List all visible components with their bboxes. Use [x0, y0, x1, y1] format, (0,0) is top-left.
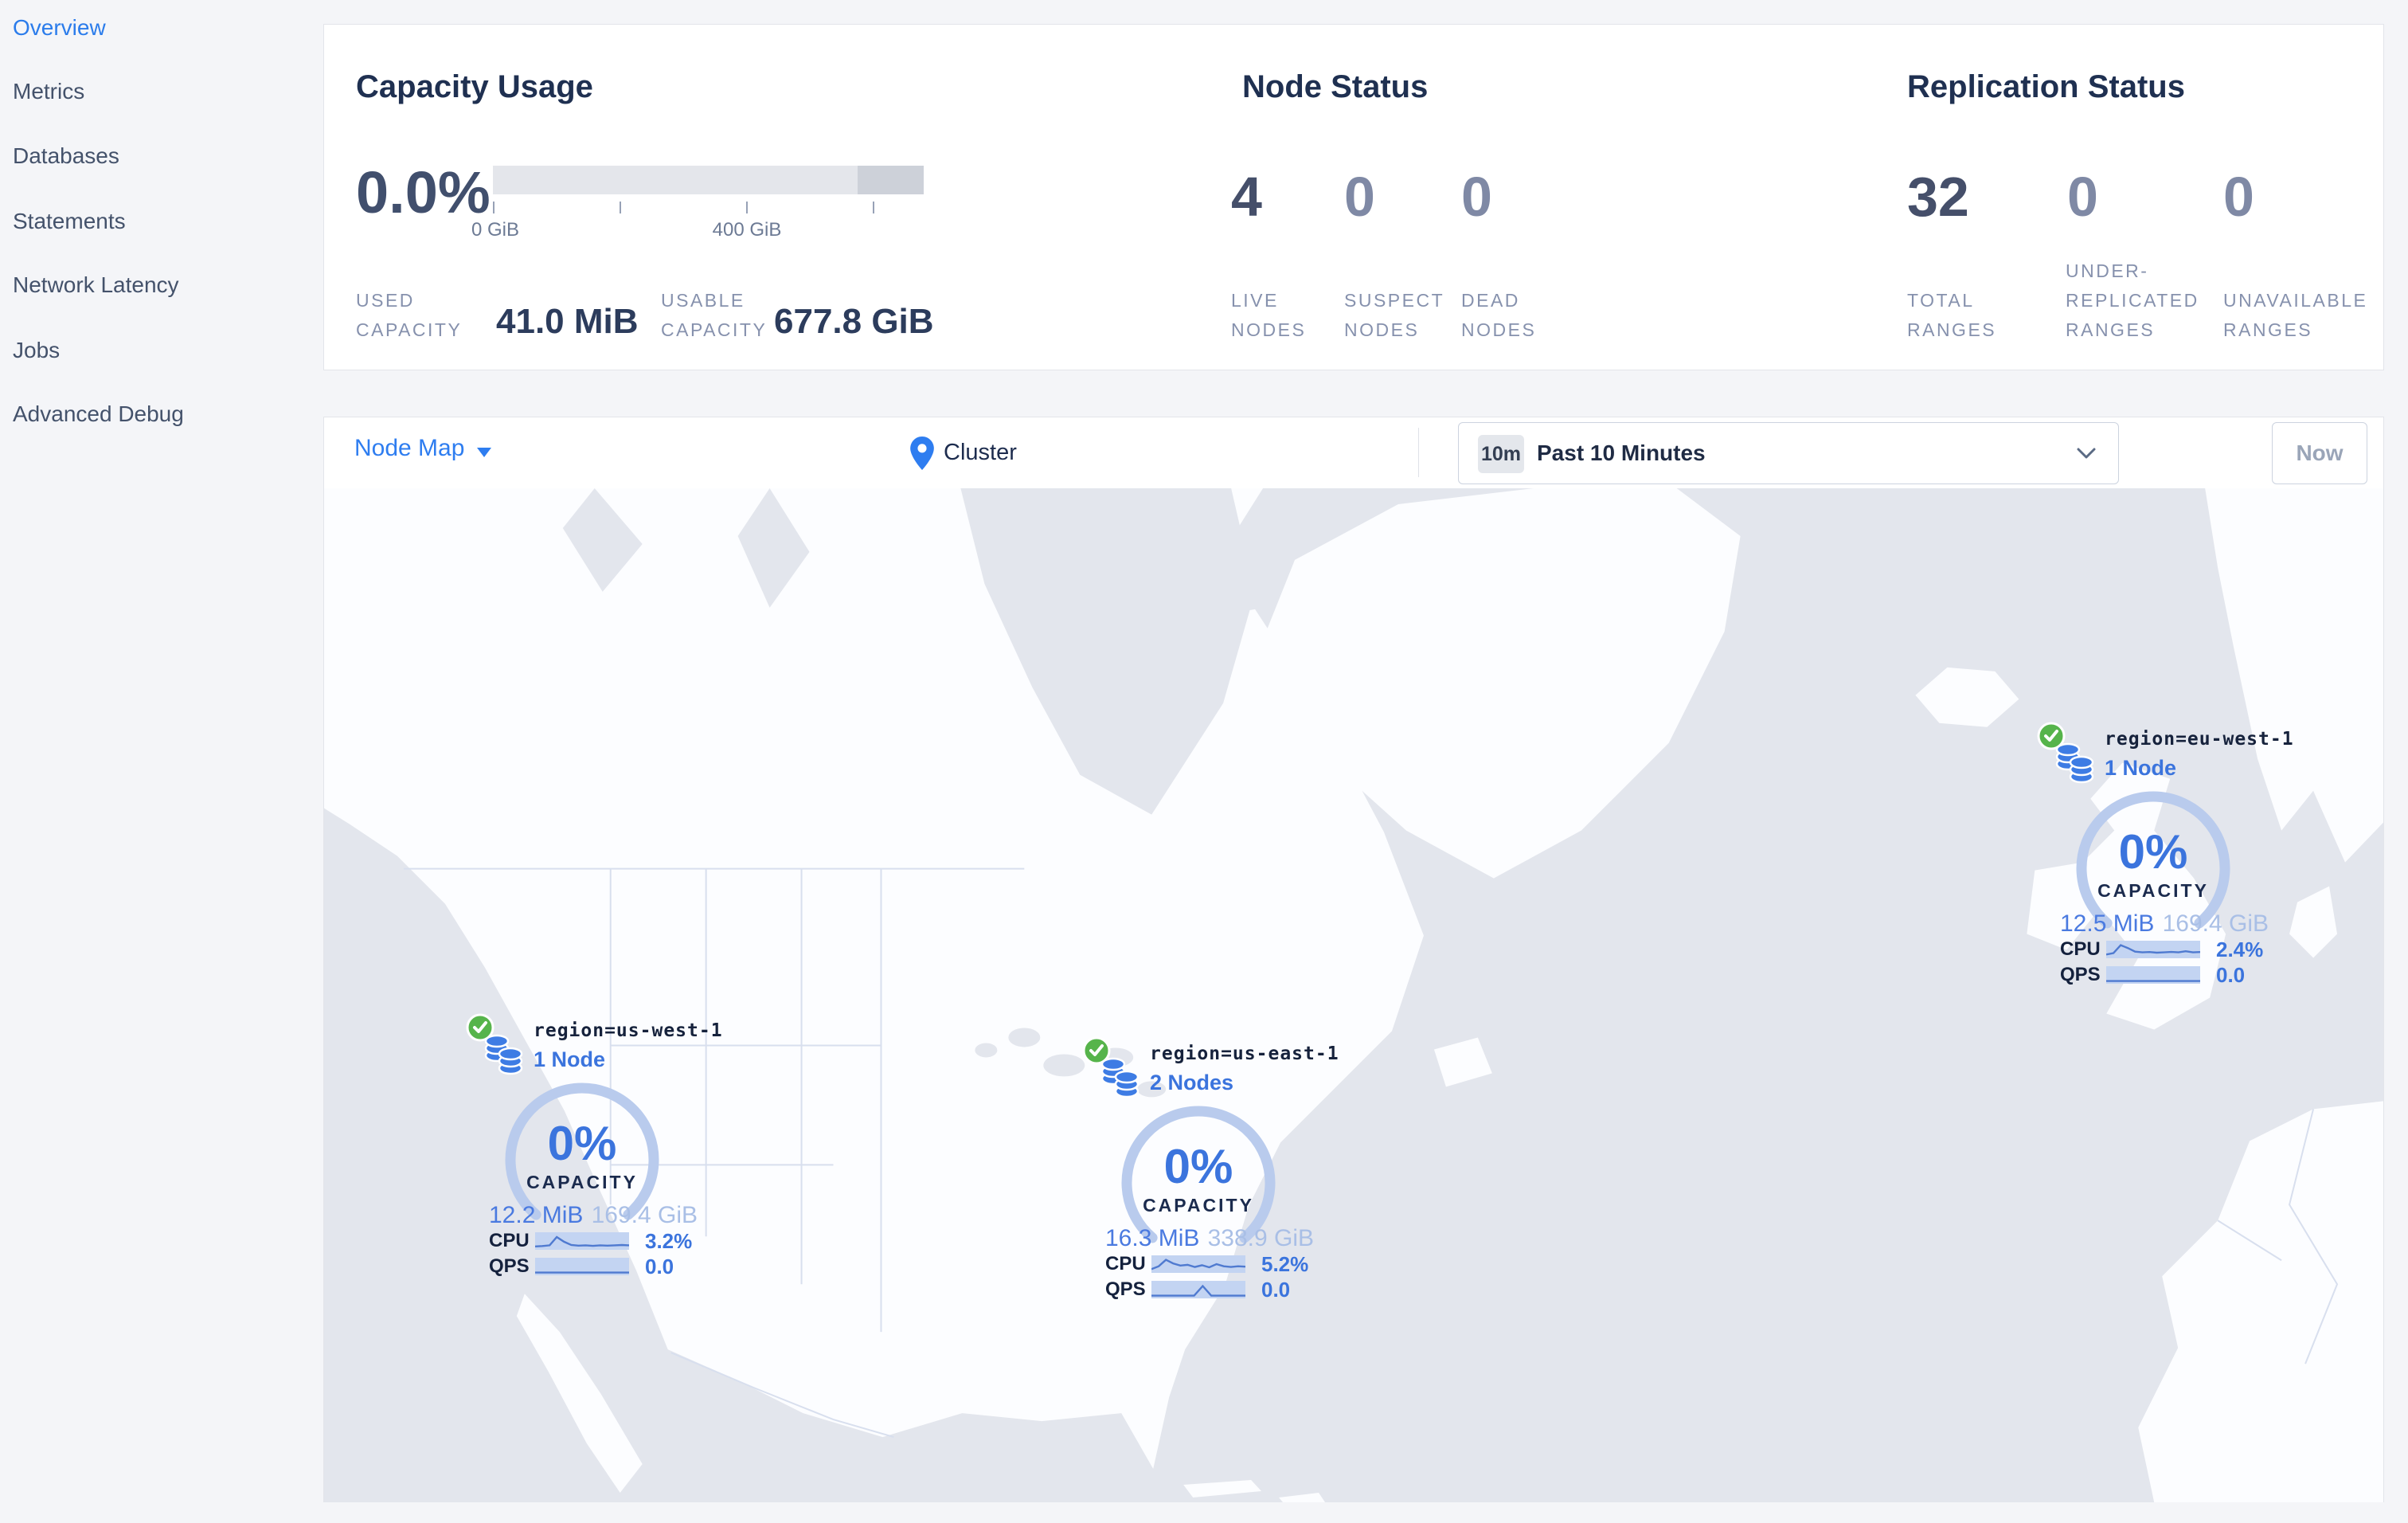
now-button[interactable]: Now — [2272, 422, 2367, 484]
capacity-tick — [873, 202, 874, 213]
capacity-percent: 0% — [1163, 1140, 1233, 1193]
database-nodes-icon — [484, 1032, 524, 1080]
qps-value: 0.0 — [1261, 1277, 1291, 1302]
used-capacity-value: 41.0 MiB — [496, 302, 639, 341]
sidebar-item-jobs[interactable]: Jobs — [13, 333, 60, 368]
region-node-count[interactable]: 2 Nodes — [1150, 1071, 1233, 1095]
capacity-label: CAPACITY — [526, 1172, 638, 1192]
used-capacity-value: 12.2 MiB — [489, 1202, 584, 1228]
map-pin-icon — [910, 436, 934, 470]
usable-capacity-label-line1: USABLE — [661, 290, 745, 311]
database-nodes-icon — [2055, 740, 2095, 789]
cpu-sparkline — [535, 1232, 629, 1250]
capacity-tick-label-400: 400 GiB — [712, 219, 782, 241]
sidebar: Overview Metrics Databases Statements Ne… — [0, 0, 323, 1523]
used-capacity-value: 16.3 MiB — [1105, 1225, 1200, 1251]
breadcrumb-cluster-label: Cluster — [944, 440, 1017, 465]
cpu-label: CPU — [2060, 938, 2101, 960]
total-ranges-count: 32 — [1907, 166, 1969, 228]
total-ranges-label: TOTAL — [1907, 290, 1975, 311]
under-replicated-ranges-count: 0 — [2067, 166, 2098, 228]
qps-sparkline — [2106, 966, 2200, 984]
toolbar-divider — [1418, 428, 1419, 477]
under-replicated-ranges-label: UNDER- — [2066, 260, 2149, 281]
node-map[interactable]: region=us-west-1 1 Node 0% CAPACITY 12.2… — [324, 488, 2383, 1502]
cpu-label: CPU — [1105, 1253, 1146, 1274]
chevron-down-icon — [2077, 448, 2096, 459]
capacity-percent: 0% — [2118, 825, 2188, 879]
region-name: region=eu-west-1 — [2105, 729, 2294, 750]
node-status-title: Node Status — [1242, 69, 1429, 104]
region-name: region=us-west-1 — [534, 1020, 723, 1041]
sidebar-item-statements[interactable]: Statements — [13, 204, 126, 239]
capacity-tick — [493, 202, 494, 213]
capacity-usage-bar — [493, 166, 924, 194]
breadcrumb[interactable]: Cluster — [910, 417, 1017, 488]
region-marker[interactable]: region=eu-west-1 1 Node 0% CAPACITY 12.5… — [2037, 722, 2293, 993]
usable-capacity-value: 169.4 GiB — [2162, 910, 2269, 937]
time-window-badge: 10m — [1478, 435, 1524, 473]
qps-sparkline — [535, 1258, 629, 1275]
capacity-usage-title: Capacity Usage — [356, 69, 593, 104]
sidebar-item-network-latency[interactable]: Network Latency — [13, 268, 179, 303]
cpu-value: 5.2% — [1261, 1251, 1309, 1276]
usable-capacity-value: 677.8 GiB — [774, 302, 934, 341]
region-node-count[interactable]: 1 Node — [534, 1047, 605, 1072]
suspect-nodes-label: SUSPECT — [1344, 290, 1445, 311]
dead-nodes-label: DEAD — [1461, 290, 1520, 311]
unavailable-ranges-label: UNAVAILABLE — [2223, 290, 2368, 311]
qps-sparkline — [1151, 1281, 1245, 1298]
cpu-value: 3.2% — [645, 1228, 693, 1253]
live-nodes-label: LIVE — [1231, 290, 1279, 311]
qps-label: QPS — [2060, 964, 2101, 985]
usable-capacity-value: 338.9 GiB — [1207, 1225, 1314, 1251]
usable-capacity-label-line2: CAPACITY — [661, 319, 768, 340]
chevron-down-icon — [477, 448, 491, 457]
capacity-label: CAPACITY — [1143, 1195, 1254, 1216]
dead-nodes-count: 0 — [1461, 166, 1492, 228]
usable-capacity-value: 169.4 GiB — [591, 1202, 698, 1228]
region-marker[interactable]: region=us-east-1 2 Nodes 0% CAPACITY 16.… — [1082, 1036, 1339, 1308]
capacity-bar-darker-segment — [858, 166, 924, 194]
capacity-tick — [620, 202, 621, 213]
cpu-label: CPU — [489, 1230, 530, 1251]
cpu-sparkline — [1151, 1255, 1245, 1273]
node-map-card: Node Map Cluster 10m Past 10 Minutes Now… — [323, 417, 2384, 1502]
capacity-label: CAPACITY — [2097, 880, 2209, 901]
view-selector-dropdown[interactable]: Node Map — [354, 435, 464, 462]
region-name: region=us-east-1 — [1150, 1043, 1339, 1064]
capacity-percent-value: 0.0% — [356, 159, 491, 225]
capacity-tick — [746, 202, 748, 213]
used-capacity-label-line2: CAPACITY — [356, 319, 463, 340]
sidebar-item-overview[interactable]: Overview — [13, 10, 106, 45]
sidebar-item-databases[interactable]: Databases — [13, 139, 119, 174]
cpu-sparkline — [2106, 941, 2200, 958]
unavailable-ranges-count: 0 — [2223, 166, 2254, 228]
map-toolbar: Node Map Cluster 10m Past 10 Minutes Now — [324, 417, 2383, 489]
qps-value: 0.0 — [645, 1254, 674, 1278]
time-window-select[interactable]: 10m Past 10 Minutes — [1458, 422, 2119, 484]
time-window-label: Past 10 Minutes — [1537, 440, 1706, 465]
used-capacity-value: 12.5 MiB — [2060, 910, 2155, 937]
qps-label: QPS — [489, 1255, 530, 1277]
world-map — [324, 488, 2383, 1502]
sidebar-item-advanced-debug[interactable]: Advanced Debug — [13, 397, 184, 432]
capacity-tick-label-0: 0 GiB — [471, 219, 520, 241]
region-node-count[interactable]: 1 Node — [2105, 756, 2176, 781]
capacity-percent: 0% — [547, 1117, 617, 1170]
sidebar-item-metrics[interactable]: Metrics — [13, 74, 84, 109]
live-nodes-count: 4 — [1231, 166, 1262, 228]
database-nodes-icon — [1100, 1055, 1140, 1103]
suspect-nodes-count: 0 — [1344, 166, 1375, 228]
qps-value: 0.0 — [2216, 962, 2246, 987]
replication-status-title: Replication Status — [1907, 69, 2185, 104]
qps-label: QPS — [1105, 1278, 1146, 1300]
used-capacity-label-line1: USED — [356, 290, 415, 311]
cluster-summary-card: Capacity Usage 0.0% 0 GiB 400 GiB USED C… — [323, 24, 2384, 370]
cpu-value: 2.4% — [2216, 937, 2264, 961]
region-marker[interactable]: region=us-west-1 1 Node 0% CAPACITY 12.2… — [466, 1013, 722, 1285]
